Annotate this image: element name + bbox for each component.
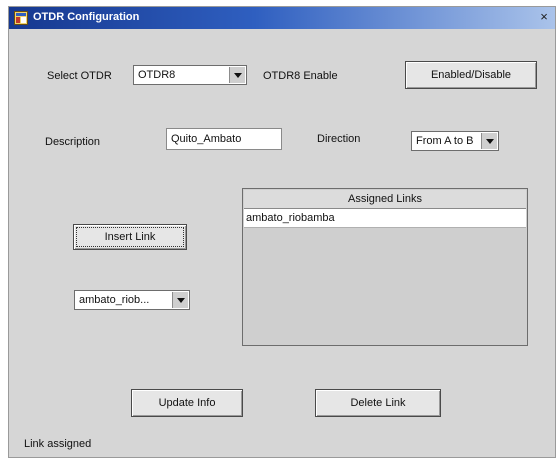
status-message: Link assigned [24, 438, 92, 450]
app-window-icon [14, 11, 28, 25]
assigned-links-header[interactable]: Assigned Links [244, 190, 526, 209]
update-info-button-label: Update Info [158, 397, 216, 409]
close-icon[interactable]: × [537, 10, 551, 24]
update-info-button[interactable]: Update Info [131, 389, 243, 417]
enable-disable-button-label: Enabled/Disable [430, 69, 512, 81]
otdr-select-value: OTDR8 [138, 69, 176, 81]
otdr-enable-label: OTDR8 Enable [263, 70, 338, 82]
chevron-down-icon[interactable] [229, 67, 245, 83]
insert-link-button[interactable]: Insert Link [73, 224, 187, 250]
link-select-value: ambato_riob... [79, 294, 150, 306]
insert-link-button-label: Insert Link [104, 231, 156, 243]
chevron-down-icon[interactable] [481, 133, 497, 149]
assigned-links-table[interactable]: Assigned Links ambato_riobamba [242, 188, 528, 346]
link-select[interactable]: ambato_riob... [74, 290, 190, 310]
title-bar[interactable]: OTDR Configuration × [9, 7, 555, 29]
select-otdr-label: Select OTDR [47, 70, 112, 82]
direction-select[interactable]: From A to B [411, 131, 499, 151]
delete-link-button-label: Delete Link [350, 397, 406, 409]
description-field[interactable]: Quito_Ambato [166, 128, 282, 150]
description-label: Description [45, 136, 101, 148]
enable-disable-button[interactable]: Enabled/Disable [405, 61, 537, 89]
window-title: OTDR Configuration [33, 11, 140, 23]
table-row[interactable]: ambato_riobamba [244, 209, 526, 228]
direction-select-value: From A to B [416, 135, 474, 147]
otdr-select[interactable]: OTDR8 [133, 65, 247, 85]
chevron-down-icon[interactable] [172, 292, 188, 308]
otdr-config-window: OTDR Configuration × Select OTDR OTDR8 O… [8, 6, 556, 458]
direction-label: Direction [317, 133, 361, 145]
delete-link-button[interactable]: Delete Link [315, 389, 441, 417]
